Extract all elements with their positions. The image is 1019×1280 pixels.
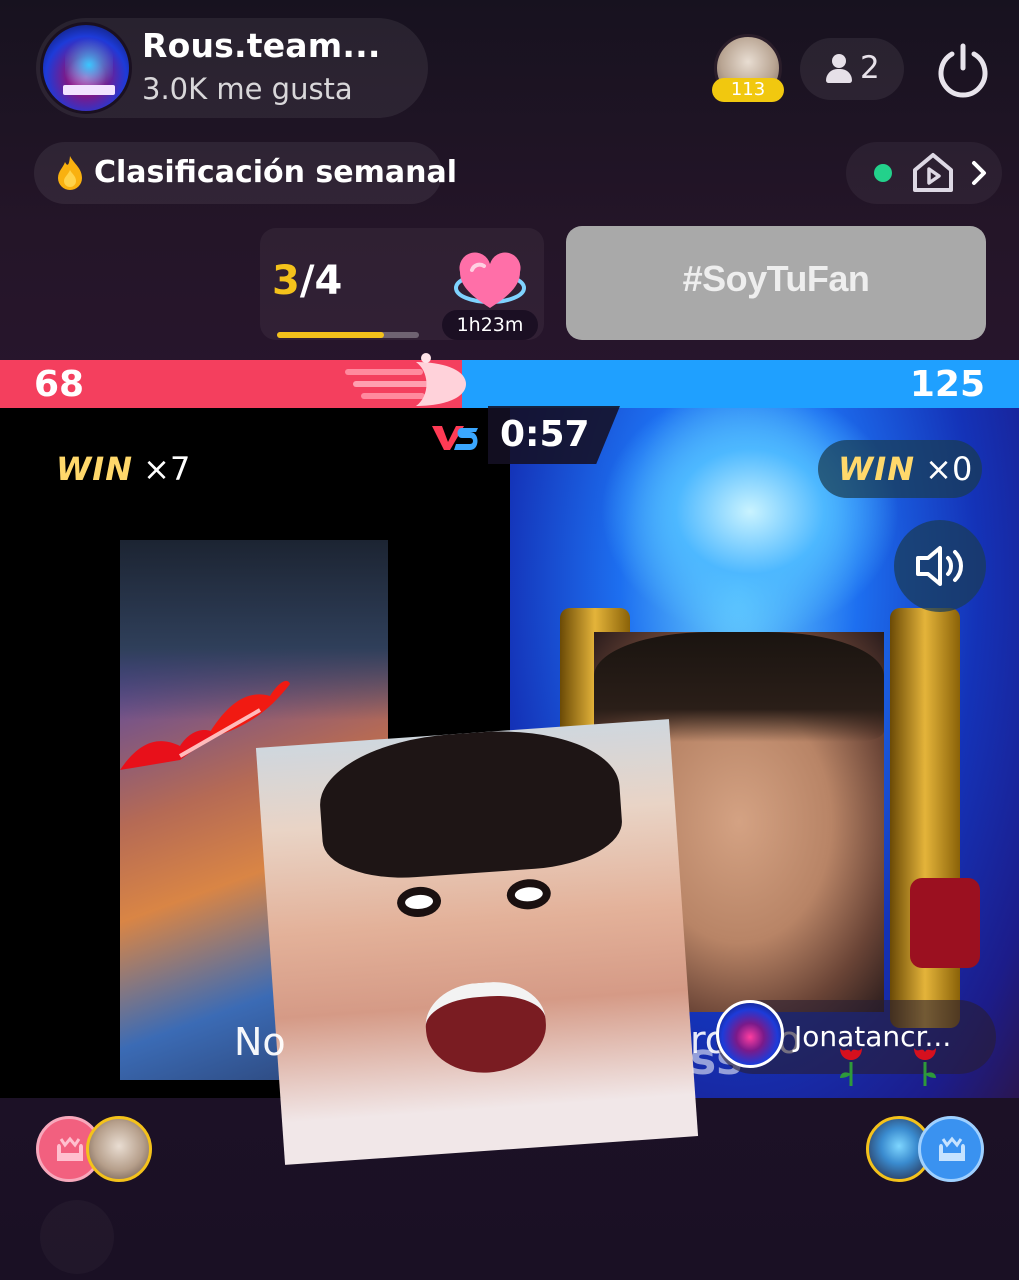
seat-right-empty[interactable] xyxy=(918,1116,984,1182)
avatar-tag xyxy=(63,85,115,95)
power-icon[interactable] xyxy=(934,40,992,98)
rose-icon xyxy=(840,1048,862,1086)
chevron-right-icon xyxy=(972,161,986,185)
round-progress-fill xyxy=(277,332,384,338)
sofa-icon xyxy=(57,1136,83,1161)
comet-icon xyxy=(345,353,466,406)
score-right: 125 xyxy=(909,364,985,405)
weekly-ranking-label: Clasificación semanal xyxy=(94,155,458,190)
kid-sticker-overlay xyxy=(255,719,699,1165)
kid-mouth xyxy=(422,978,549,1077)
round-total: 4 xyxy=(314,258,343,304)
heart-icon xyxy=(454,252,526,308)
seat-left-user-avatar[interactable] xyxy=(86,1116,152,1182)
speaker-icon xyxy=(916,546,963,586)
score-left: 68 xyxy=(34,364,85,405)
round-timer: 1h23m xyxy=(442,310,538,340)
home-play-icon xyxy=(913,153,953,192)
person-icon xyxy=(826,54,852,84)
round-counter: 3/4 xyxy=(272,258,342,304)
win-word-left: WIN xyxy=(56,450,133,488)
kid-hair xyxy=(315,722,625,884)
hashtag-label: #SoyTuFan xyxy=(682,258,870,299)
flame-icon xyxy=(58,156,82,190)
rose-icon xyxy=(914,1048,936,1086)
left-caption: No xyxy=(234,1020,286,1064)
win-streak-left: WIN ×7 xyxy=(56,450,190,488)
live-status-dot xyxy=(874,164,892,182)
opponent-avatar[interactable] xyxy=(716,1000,784,1068)
win-word-right: WIN xyxy=(838,450,915,488)
host-likes: 3.0K me gusta xyxy=(142,72,353,106)
host-name[interactable]: Rous.team... xyxy=(142,26,381,65)
win-streak-right: WIN ×0 xyxy=(838,450,972,488)
win-count-left: ×7 xyxy=(143,450,191,488)
vs-icon xyxy=(432,426,478,450)
viewer-count-button[interactable] xyxy=(800,38,904,100)
battle-timer: 0:57 xyxy=(500,414,590,455)
win-count-right: ×0 xyxy=(925,450,973,488)
host-avatar[interactable] xyxy=(40,22,132,114)
sofa-icon xyxy=(939,1136,965,1161)
top-viewer-badge: 113 xyxy=(712,78,784,102)
round-current: 3 xyxy=(272,258,300,304)
viewer-count: 2 xyxy=(860,50,880,86)
kid-eye-left xyxy=(396,885,443,919)
bottom-ghost-button[interactable] xyxy=(40,1200,114,1274)
throne-cushion xyxy=(910,878,980,968)
kid-eye-right xyxy=(505,877,552,911)
round-separator: / xyxy=(299,258,315,304)
round-progress-bar xyxy=(277,332,419,338)
